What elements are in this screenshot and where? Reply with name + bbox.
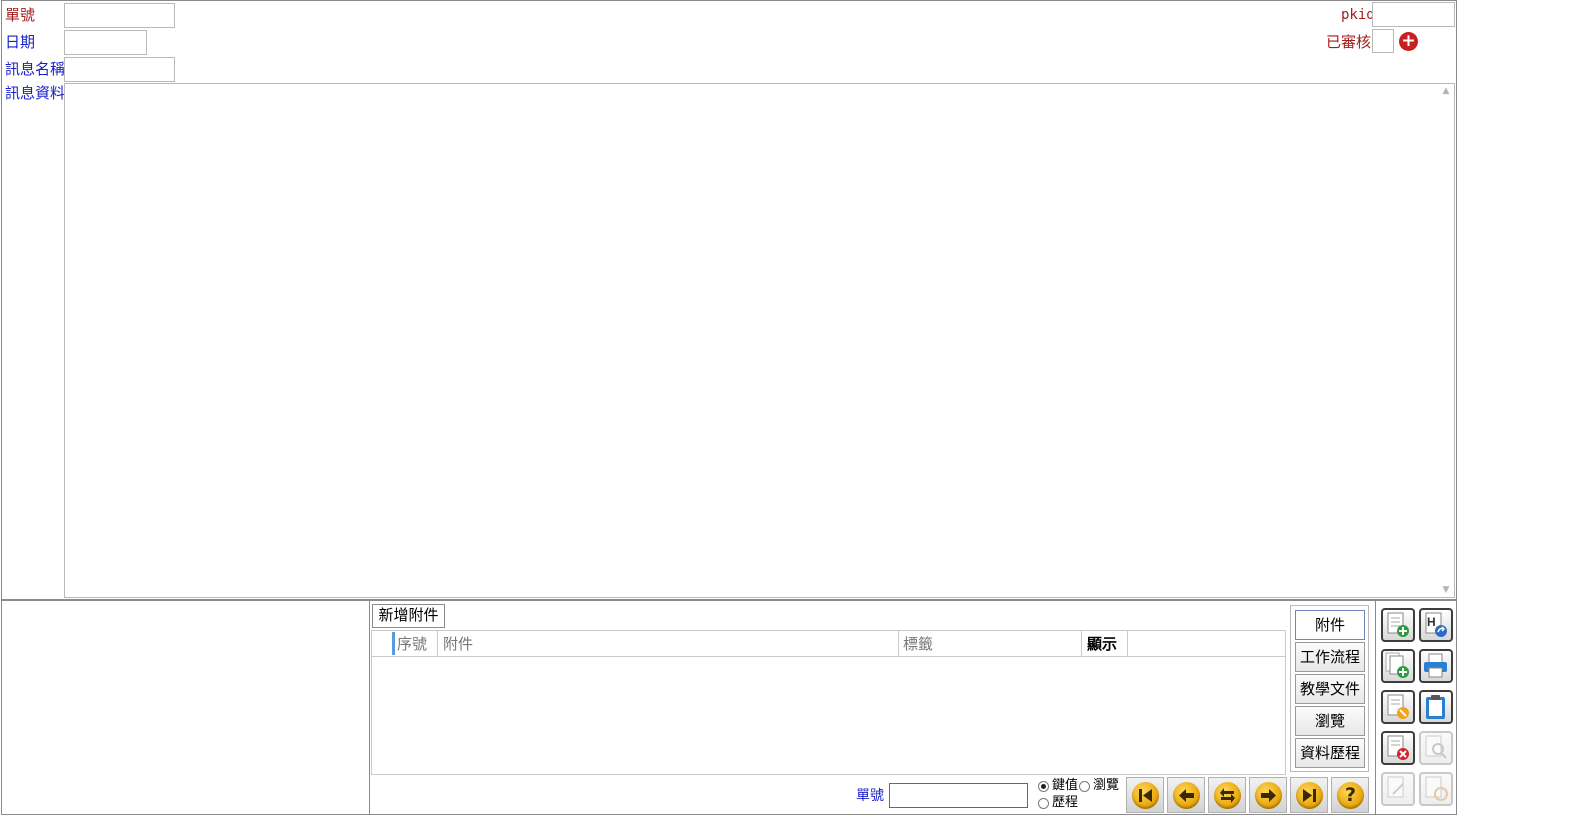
grid-header-divider xyxy=(371,656,1286,657)
radio-history-label: 歷程 xyxy=(1052,795,1079,810)
previous-record-icon xyxy=(1173,782,1200,809)
grid-col-divider xyxy=(437,631,438,656)
grid-header-attachment[interactable]: 附件 xyxy=(443,632,473,656)
tab-tutorial[interactable]: 教學文件 xyxy=(1295,674,1365,704)
grid-header-seq[interactable]: 序號 xyxy=(397,632,427,656)
copy-record-icon xyxy=(1385,652,1409,678)
save-button[interactable] xyxy=(1381,772,1415,806)
tab-data-history[interactable]: 資料歷程 xyxy=(1295,738,1365,768)
radio-key[interactable] xyxy=(1038,781,1049,792)
add-attachment-button[interactable]: 新增附件 xyxy=(372,604,445,628)
cancel-button[interactable] xyxy=(1419,772,1453,806)
scroll-down-icon[interactable]: ▼ xyxy=(1439,583,1453,597)
next-record-button[interactable] xyxy=(1249,777,1287,813)
svg-text:H: H xyxy=(1427,615,1436,629)
clipboard-button[interactable] xyxy=(1419,690,1453,724)
radio-history[interactable] xyxy=(1038,798,1049,809)
pkid-input[interactable] xyxy=(1372,2,1455,27)
add-record-button[interactable] xyxy=(1381,608,1415,642)
first-record-button[interactable] xyxy=(1126,777,1164,813)
help-button[interactable]: ? xyxy=(1331,777,1369,813)
print-icon xyxy=(1424,653,1447,678)
help-icon: ? xyxy=(1337,782,1364,809)
tab-attachments[interactable]: 附件 xyxy=(1295,610,1365,640)
last-record-icon xyxy=(1296,782,1323,809)
footer-order-no-label: 單號 xyxy=(856,788,884,804)
grid-col-divider xyxy=(1127,631,1128,656)
refresh-icon xyxy=(1214,782,1241,809)
scroll-up-icon[interactable]: ▲ xyxy=(1439,84,1453,98)
pkid-label: pkid xyxy=(1341,7,1375,23)
add-record-icon xyxy=(1387,612,1409,637)
date-input[interactable] xyxy=(64,30,147,55)
msg-data-textarea[interactable] xyxy=(64,83,1455,598)
cancel-disabled-icon xyxy=(1425,776,1448,801)
print-button[interactable] xyxy=(1419,649,1453,683)
copy-record-button[interactable] xyxy=(1381,649,1415,683)
save-disabled-icon xyxy=(1387,776,1404,798)
grid-header-display[interactable]: 顯示 xyxy=(1087,632,1117,656)
grid-col-divider xyxy=(1081,631,1082,656)
next-record-icon xyxy=(1255,782,1282,809)
tab-browse[interactable]: 瀏覽 xyxy=(1295,706,1365,736)
grid-col-divider xyxy=(898,631,899,656)
search-disabled-icon xyxy=(1425,735,1447,759)
delete-record-button[interactable] xyxy=(1381,731,1415,765)
grid-selector-marker xyxy=(392,632,395,655)
reviewed-label: 已審核 xyxy=(1326,33,1372,51)
order-no-input[interactable] xyxy=(64,3,175,28)
attachments-grid xyxy=(371,630,1286,775)
refresh-button[interactable] xyxy=(1208,777,1246,813)
delete-record-icon xyxy=(1387,735,1409,760)
date-label: 日期 xyxy=(5,33,36,51)
last-record-button[interactable] xyxy=(1290,777,1328,813)
grid-header-tag[interactable]: 標籤 xyxy=(903,632,933,656)
edit-record-button[interactable] xyxy=(1381,690,1415,724)
add-circle-icon[interactable]: + xyxy=(1399,32,1418,51)
bottom-left-panel xyxy=(1,600,370,815)
html-export-button[interactable]: H xyxy=(1419,608,1453,642)
order-no-label: 單號 xyxy=(5,6,36,24)
edit-record-icon xyxy=(1387,694,1409,719)
reviewed-checkbox[interactable] xyxy=(1372,29,1394,53)
clipboard-icon xyxy=(1426,695,1445,719)
msg-name-label: 訊息名稱 xyxy=(5,60,66,78)
search-button[interactable] xyxy=(1419,731,1453,765)
first-record-icon xyxy=(1132,782,1159,809)
msg-data-label: 訊息資料 xyxy=(5,84,66,102)
html-export-icon: H xyxy=(1425,612,1447,637)
tab-workflow[interactable]: 工作流程 xyxy=(1295,642,1365,672)
radio-browse-label: 瀏覽 xyxy=(1093,778,1120,793)
previous-record-button[interactable] xyxy=(1167,777,1205,813)
msg-name-input[interactable] xyxy=(64,57,175,82)
radio-key-label: 鍵值 xyxy=(1052,778,1079,793)
radio-browse[interactable] xyxy=(1079,781,1090,792)
footer-order-no-input[interactable] xyxy=(889,783,1028,808)
